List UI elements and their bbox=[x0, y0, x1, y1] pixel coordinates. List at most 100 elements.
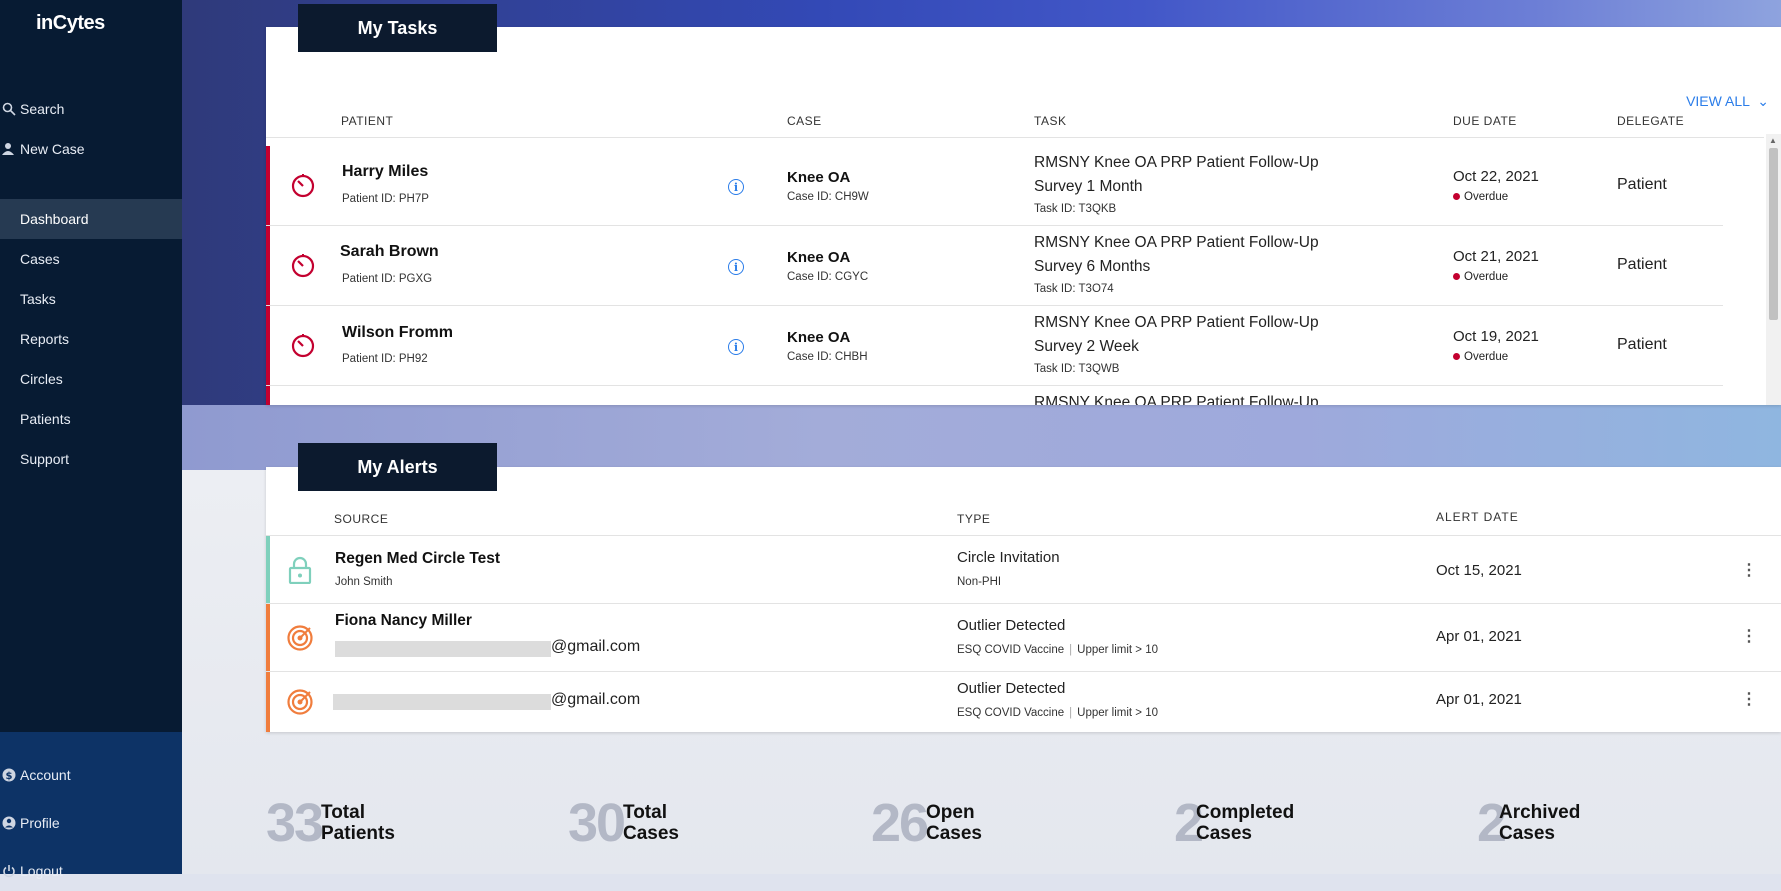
sidebar-item-circles[interactable]: Circles bbox=[0, 359, 182, 399]
alert-indicator bbox=[266, 672, 270, 732]
case-id: Case ID: CH9W bbox=[787, 191, 869, 203]
alert-row[interactable]: Fiona Nancy Miller @gmail.com Outlier De… bbox=[266, 604, 1781, 672]
search-icon bbox=[0, 100, 18, 118]
alert-type-limit: Upper limit > 10 bbox=[1077, 644, 1159, 656]
sidebar-item-support[interactable]: Support bbox=[0, 439, 182, 479]
sidebar-item-tasks[interactable]: Tasks bbox=[0, 279, 182, 319]
stat-label-line2: Cases bbox=[1196, 823, 1252, 844]
case-name[interactable]: Knee OA bbox=[787, 249, 850, 266]
view-all-link[interactable]: VIEW ALL ⌄ bbox=[1686, 93, 1769, 110]
case-id: Case ID: CHBH bbox=[787, 351, 868, 363]
nav-account-label: Account bbox=[20, 767, 71, 783]
stat-label-line1: Completed bbox=[1196, 802, 1295, 823]
alert-source[interactable]: Regen Med Circle Test bbox=[335, 550, 500, 568]
stat-label-line1: Total bbox=[321, 802, 365, 823]
col-delegate[interactable]: DELEGATE bbox=[1617, 114, 1684, 128]
task-name[interactable]: RMSNY Knee OA PRP Patient Follow-Up Surv… bbox=[1034, 311, 1364, 359]
due-date: Oct 19, 2021 bbox=[1453, 328, 1539, 345]
patient-name[interactable]: Sarah Brown bbox=[340, 243, 439, 261]
delegate: Patient bbox=[1617, 336, 1667, 353]
alerts-title: My Alerts bbox=[298, 443, 497, 491]
sidebar-item-label: Patients bbox=[20, 411, 71, 427]
due-date: Oct 22, 2021 bbox=[1453, 168, 1539, 185]
alert-type-survey: ESQ COVID Vaccine bbox=[957, 644, 1065, 656]
task-id: Task ID: T3O74 bbox=[1034, 283, 1114, 295]
stat-label-line2: Cases bbox=[1499, 823, 1555, 844]
tasks-scrollbar[interactable]: ▲ ▼ bbox=[1766, 134, 1781, 405]
sidebar-item-dashboard[interactable]: Dashboard bbox=[0, 199, 182, 239]
scroll-up-icon[interactable]: ▲ bbox=[1769, 136, 1777, 145]
col-case[interactable]: CASE bbox=[787, 114, 822, 128]
table-row[interactable]: RMSNY Knee OA PRP Patient Follow-Up bbox=[266, 386, 1723, 405]
table-row[interactable]: Wilson Fromm Patient ID: PH92 i Knee OA … bbox=[266, 306, 1723, 386]
user-icon bbox=[0, 814, 18, 832]
sidebar-item-label: Circles bbox=[20, 371, 63, 387]
app-logo[interactable]: inCytes bbox=[36, 12, 105, 35]
task-id: Task ID: T3QKB bbox=[1034, 203, 1117, 215]
alerts-card: SOURCE TYPE ALERT DATE Regen Med Circle … bbox=[266, 467, 1781, 732]
nav-search[interactable]: Search bbox=[0, 89, 182, 129]
case-name[interactable]: Knee OA bbox=[787, 329, 850, 346]
nav-new-case[interactable]: New Case bbox=[0, 129, 182, 169]
patient-name[interactable]: Wilson Fromm bbox=[342, 324, 453, 342]
case-id: Case ID: CGYC bbox=[787, 271, 869, 283]
sidebar-item-label: Support bbox=[20, 451, 70, 467]
stat-label-line2: Patients bbox=[321, 823, 395, 844]
overdue-indicator bbox=[266, 306, 270, 386]
more-options-icon[interactable]: ⋮ bbox=[1741, 626, 1757, 646]
case-name[interactable]: Knee OA bbox=[787, 169, 850, 186]
table-row[interactable]: Harry Miles Patient ID: PH7P i Knee OA C… bbox=[266, 146, 1723, 226]
nav-logout[interactable]: Logout bbox=[0, 851, 182, 891]
nav-profile[interactable]: Profile bbox=[0, 803, 182, 843]
alert-source-sub: John Smith bbox=[335, 576, 393, 588]
timer-icon bbox=[290, 172, 316, 203]
sidebar-item-label: Reports bbox=[20, 331, 70, 347]
task-name[interactable]: RMSNY Knee OA PRP Patient Follow-Up Surv… bbox=[1034, 231, 1364, 279]
col-alert-date[interactable]: ALERT DATE bbox=[1436, 510, 1519, 524]
redacted-email bbox=[333, 694, 551, 710]
redacted-email bbox=[335, 641, 551, 657]
col-type[interactable]: TYPE bbox=[957, 512, 990, 526]
delegate: Patient bbox=[1617, 256, 1667, 273]
sidebar-item-label: Tasks bbox=[20, 291, 56, 307]
overdue-indicator bbox=[266, 146, 270, 226]
stat-label-line1: Archived bbox=[1499, 802, 1581, 823]
view-all-label: VIEW ALL bbox=[1686, 93, 1750, 109]
col-task[interactable]: TASK bbox=[1034, 114, 1066, 128]
table-row[interactable]: Sarah Brown Patient ID: PGXG i Knee OA C… bbox=[266, 226, 1723, 306]
alert-source[interactable]: Fiona Nancy Miller bbox=[335, 612, 472, 630]
alert-type: Outlier Detected bbox=[957, 617, 1066, 634]
patient-name[interactable]: Harry Miles bbox=[342, 163, 428, 181]
stat-value: 26 bbox=[871, 793, 929, 853]
task-name[interactable]: RMSNY Knee OA PRP Patient Follow-Up Surv… bbox=[1034, 151, 1364, 199]
alert-type-sub: ESQ COVID Vaccine | Upper limit > 10 bbox=[957, 707, 1159, 719]
more-options-icon[interactable]: ⋮ bbox=[1741, 560, 1757, 580]
more-options-icon[interactable]: ⋮ bbox=[1741, 689, 1757, 709]
info-icon[interactable]: i bbox=[728, 179, 744, 195]
nav-logout-label: Logout bbox=[20, 863, 63, 879]
sidebar-item-patients[interactable]: Patients bbox=[0, 399, 182, 439]
info-icon[interactable]: i bbox=[728, 259, 744, 275]
alert-type: Circle Invitation bbox=[957, 549, 1060, 566]
sidebar-item-cases[interactable]: Cases bbox=[0, 239, 182, 279]
col-due-date[interactable]: DUE DATE bbox=[1453, 114, 1517, 128]
nav-profile-label: Profile bbox=[20, 815, 60, 831]
tasks-card: VIEW ALL ⌄ PATIENT CASE TASK DUE DATE DE… bbox=[266, 27, 1781, 405]
info-icon[interactable]: i bbox=[728, 339, 744, 355]
sidebar-item-reports[interactable]: Reports bbox=[0, 319, 182, 359]
sidebar-account-section: $ Account Profile Logout bbox=[0, 732, 182, 879]
overdue-indicator bbox=[266, 226, 270, 306]
task-name[interactable]: RMSNY Knee OA PRP Patient Follow-Up bbox=[1034, 391, 1364, 405]
col-patient[interactable]: PATIENT bbox=[341, 114, 393, 128]
nav-account[interactable]: $ Account bbox=[0, 755, 182, 795]
sidebar: inCytes Search New Case Dashboard Cases … bbox=[0, 0, 182, 879]
stat-label: Archived Cases bbox=[1499, 802, 1580, 844]
stat-label: Total Patients bbox=[321, 802, 395, 844]
alert-row[interactable]: @gmail.com Outlier Detected ESQ COVID Va… bbox=[266, 672, 1781, 732]
task-id: Task ID: T3QWB bbox=[1034, 363, 1120, 375]
scroll-thumb[interactable] bbox=[1769, 148, 1778, 320]
stat-value: 33 bbox=[266, 793, 324, 853]
patient-id: Patient ID: PGXG bbox=[342, 273, 433, 285]
alert-row[interactable]: Regen Med Circle Test John Smith Circle … bbox=[266, 536, 1781, 604]
col-source[interactable]: SOURCE bbox=[334, 512, 388, 526]
